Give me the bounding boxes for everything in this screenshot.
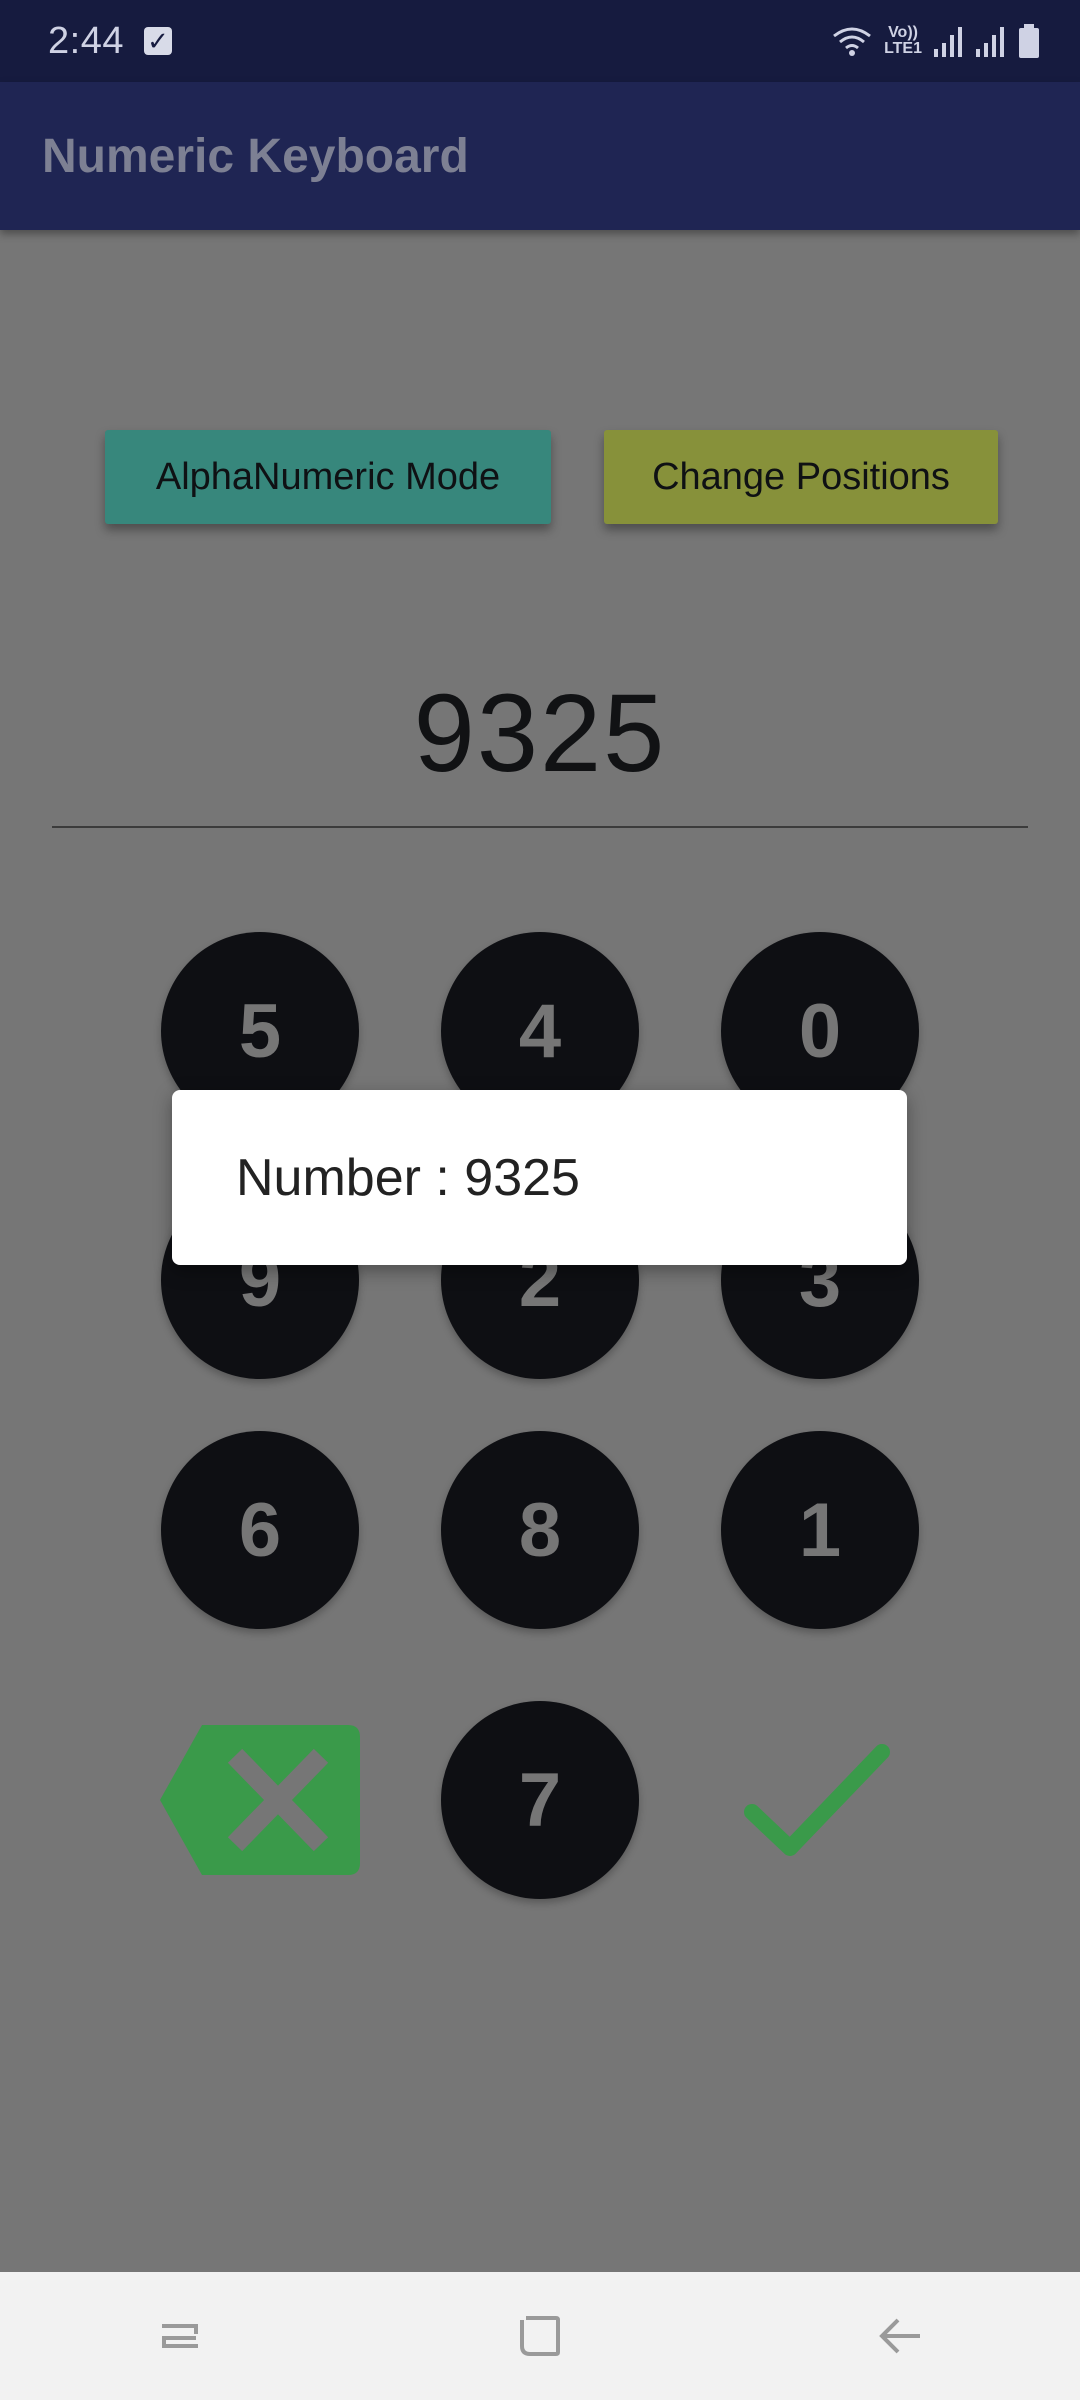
battery-icon [1019,24,1039,58]
volte-line2: LTE1 [884,40,922,57]
checkbox-notification-icon: ✓ [143,27,172,55]
home-icon[interactable] [510,2306,570,2366]
signal-icon [934,27,962,57]
check-icon[interactable] [742,1740,892,1860]
volte-indicator: Vo)) LTE1 [884,25,922,57]
status-icons: Vo)) LTE1 [832,24,1040,58]
back-icon[interactable] [870,2306,930,2366]
toast-dialog: Number : 9325 [172,1090,907,1265]
change-positions-button[interactable]: Change Positions [604,430,998,524]
signal-icon-2 [976,27,1004,57]
navigation-bar [0,2272,1080,2400]
key-6[interactable]: 6 [161,1431,359,1629]
recents-icon[interactable] [150,2306,210,2366]
status-bar: 2:44 ✓ Vo)) LTE1 [0,0,1080,82]
key-1[interactable]: 1 [721,1431,919,1629]
alphanumeric-mode-button[interactable]: AlphaNumeric Mode [105,430,551,524]
toast-message: Number : 9325 [236,1148,580,1207]
number-input[interactable]: 9325 [52,670,1028,797]
wifi-icon [833,27,871,56]
key-7[interactable]: 7 [441,1701,639,1899]
key-8[interactable]: 8 [441,1431,639,1629]
status-time: 2:44 [48,19,124,62]
app-title: Numeric Keyboard [42,129,469,183]
backspace-x-icon[interactable] [160,1725,360,1875]
input-underline [52,826,1028,828]
app-bar: Numeric Keyboard [0,82,1080,230]
volte-line1: Vo)) [888,24,918,41]
